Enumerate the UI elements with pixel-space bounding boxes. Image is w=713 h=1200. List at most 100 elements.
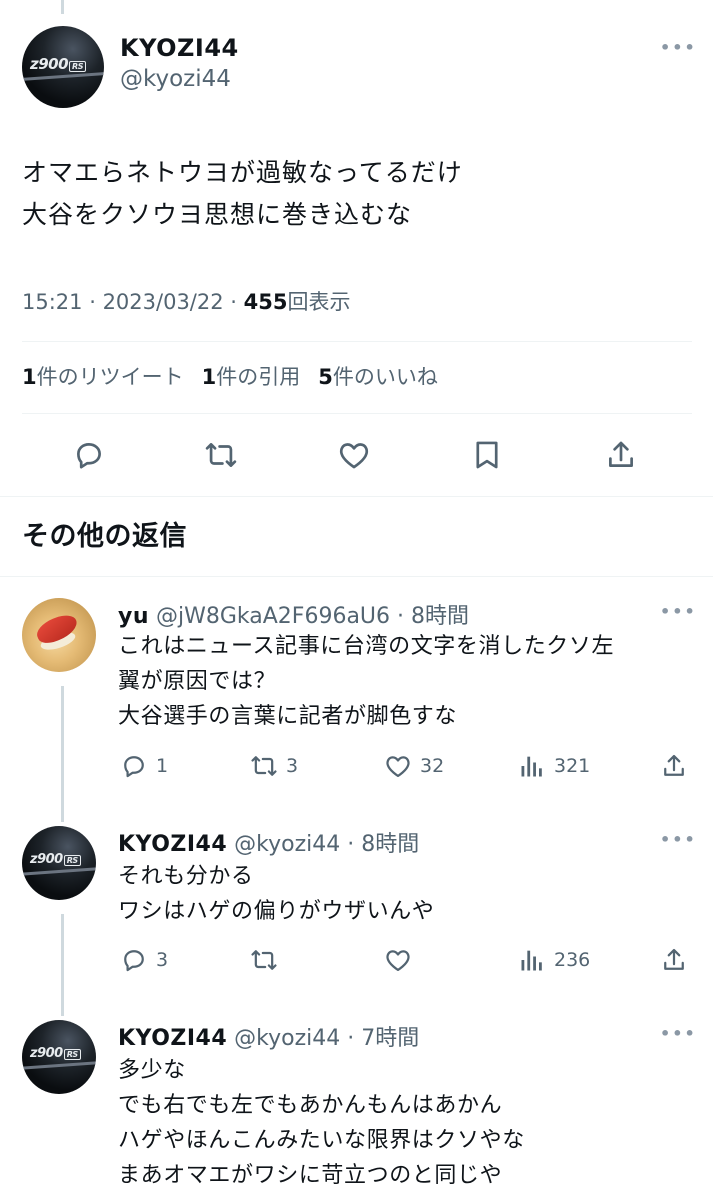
more-icon[interactable]: ••• (660, 38, 697, 57)
retweet-icon (251, 950, 277, 970)
share-icon (664, 754, 684, 776)
reply-text-line: これはニュース記事に台湾の文字を消したクソ左 (118, 634, 615, 659)
reply-button[interactable]: 3 (120, 944, 168, 976)
retweet-count: 3 (286, 755, 299, 777)
bookmark-button[interactable] (464, 432, 510, 478)
bookmark-icon (476, 441, 498, 469)
divider (22, 341, 692, 342)
retweet-button[interactable]: 3 (250, 750, 298, 782)
user-handle[interactable]: @jW8GkaA2F696aU6 (156, 604, 390, 629)
like-button[interactable] (331, 432, 377, 478)
reply-tweet[interactable]: z900 RS KYOZI44 @kyozi44 · 7時間 ••• 多少な でも… (0, 1020, 713, 1200)
reply-icon (124, 756, 144, 778)
display-name[interactable]: yu (118, 604, 149, 629)
views-button[interactable]: 321 (518, 750, 590, 782)
user-handle[interactable]: @kyozi44 (234, 1026, 340, 1051)
tweet-text-line: オマエらネトウヨが過敏なってるだけ (22, 158, 463, 187)
avatar-logo-suffix: RS (63, 1048, 81, 1060)
tweet-time[interactable]: 7時間 (361, 1026, 419, 1051)
like-icon (339, 443, 369, 469)
like-icon (386, 756, 410, 778)
quotes-stat[interactable]: 1件の引用 (202, 365, 301, 389)
views-icon (521, 756, 542, 777)
likes-stat[interactable]: 5件のいいね (318, 365, 438, 389)
reply-icon (124, 950, 144, 972)
retweets-stat[interactable]: 1件のリツイート (22, 365, 184, 389)
reply-count: 1 (156, 755, 169, 777)
reply-text: 多少な でも右でも左でもあかんもんはあかん ハゲやほんこんみたいな限界はクソやな… (118, 1053, 525, 1193)
reply-text-line: ワシはハゲの偏りがウザいんや (118, 899, 435, 924)
view-count: 236 (554, 949, 591, 971)
share-icon (609, 441, 633, 467)
reply-header: yu @jW8GkaA2F696aU6 · 8時間 (118, 604, 470, 629)
avatar-logo-suffix: RS (69, 60, 86, 72)
tweet-text-line: 大谷をクソウヨ思想に巻き込むな (22, 200, 413, 229)
view-label: 回表示 (287, 290, 351, 314)
avatar[interactable]: z900 RS (22, 26, 104, 108)
tweet-text: オマエらネトウヨが過敏なってるだけ 大谷をクソウヨ思想に巻き込むな (22, 152, 463, 236)
reply-tweet[interactable]: z900 RS KYOZI44 @kyozi44 · 8時間 ••• それも分かる… (0, 826, 713, 976)
reply-text-line: それも分かる (118, 864, 254, 889)
engagement-stats: 1件のリツイート 1件の引用 5件のいいね (22, 361, 438, 391)
like-count: 32 (420, 755, 445, 777)
tweet-time[interactable]: 15:21 (22, 290, 83, 314)
views-icon (521, 950, 542, 971)
more-icon[interactable]: ••• (660, 602, 697, 621)
retweet-icon (205, 443, 237, 467)
more-icon[interactable]: ••• (660, 1024, 697, 1043)
avatar-logo-text: z900 (30, 851, 63, 867)
reply-text-line: ハゲやほんこんみたいな限界はクソやな (118, 1128, 525, 1153)
avatar-logo-text: z900 (30, 54, 69, 73)
avatar[interactable]: z900 RS (22, 1020, 96, 1094)
reply-text: これはニュース記事に台湾の文字を消したクソ左 翼が原因では？ 大谷選手の言葉に記… (118, 629, 614, 734)
display-name[interactable]: KYOZI44 (118, 832, 227, 857)
tweet-time[interactable]: 8時間 (411, 604, 469, 629)
tweet-action-bar (0, 432, 713, 478)
reply-text-line: でも右でも左でもあかんもんはあかん (118, 1093, 503, 1118)
tweet-date[interactable]: 2023/03/22 (103, 290, 224, 314)
like-icon (386, 950, 410, 972)
views-button[interactable]: 236 (518, 944, 590, 976)
reply-button[interactable]: 1 (120, 750, 168, 782)
main-tweet-header: z900 RS KYOZI44 @kyozi44 (22, 26, 692, 108)
section-title: その他の返信 (22, 521, 187, 552)
reply-text-line: まあオマエがワシに苛立つのと同じや (118, 1163, 503, 1188)
display-name[interactable]: KYOZI44 (118, 1026, 227, 1051)
share-button[interactable] (660, 944, 688, 976)
divider (22, 413, 692, 414)
retweet-button[interactable] (250, 944, 286, 976)
user-handle[interactable]: @kyozi44 (120, 66, 239, 92)
reply-icon (77, 443, 101, 469)
reply-text-line: 大谷選手の言葉に記者が脚色すな (118, 704, 458, 729)
reply-text: それも分かる ワシはハゲの偏りがウザいんや (118, 859, 434, 929)
reply-text-line: 翼が原因では？ (118, 669, 277, 694)
avatar-logo-suffix: RS (63, 854, 81, 866)
avatar[interactable] (22, 598, 96, 672)
reply-action-bar: 3 236 (0, 944, 713, 976)
view-count: 321 (554, 755, 591, 777)
share-button[interactable] (660, 750, 688, 782)
reply-action-bar: 1 3 32 321 (0, 750, 713, 782)
thread-line-top (61, 0, 64, 14)
tweet-meta: 15:21 · 2023/03/22 · 455回表示 (22, 290, 351, 314)
share-button[interactable] (598, 432, 644, 478)
user-handle[interactable]: @kyozi44 (234, 832, 340, 857)
more-icon[interactable]: ••• (660, 830, 697, 849)
reply-text-line: 多少な (118, 1058, 186, 1083)
reply-header: KYOZI44 @kyozi44 · 7時間 (118, 1026, 420, 1051)
retweet-button[interactable] (198, 432, 244, 478)
display-name[interactable]: KYOZI44 (120, 34, 239, 62)
avatar[interactable]: z900 RS (22, 826, 96, 900)
tweet-time[interactable]: 8時間 (361, 832, 419, 857)
avatar-logo-text: z900 (30, 1045, 63, 1061)
divider (0, 576, 713, 577)
reply-count: 3 (156, 949, 169, 971)
reply-button[interactable] (66, 432, 112, 478)
divider (0, 496, 713, 497)
reply-tweet[interactable]: yu @jW8GkaA2F696aU6 · 8時間 ••• これはニュース記事に… (0, 598, 713, 798)
retweet-icon (251, 756, 277, 776)
like-button[interactable] (384, 944, 420, 976)
like-button[interactable]: 32 (384, 750, 444, 782)
view-count: 455 (243, 290, 288, 314)
reply-header: KYOZI44 @kyozi44 · 8時間 (118, 832, 420, 857)
